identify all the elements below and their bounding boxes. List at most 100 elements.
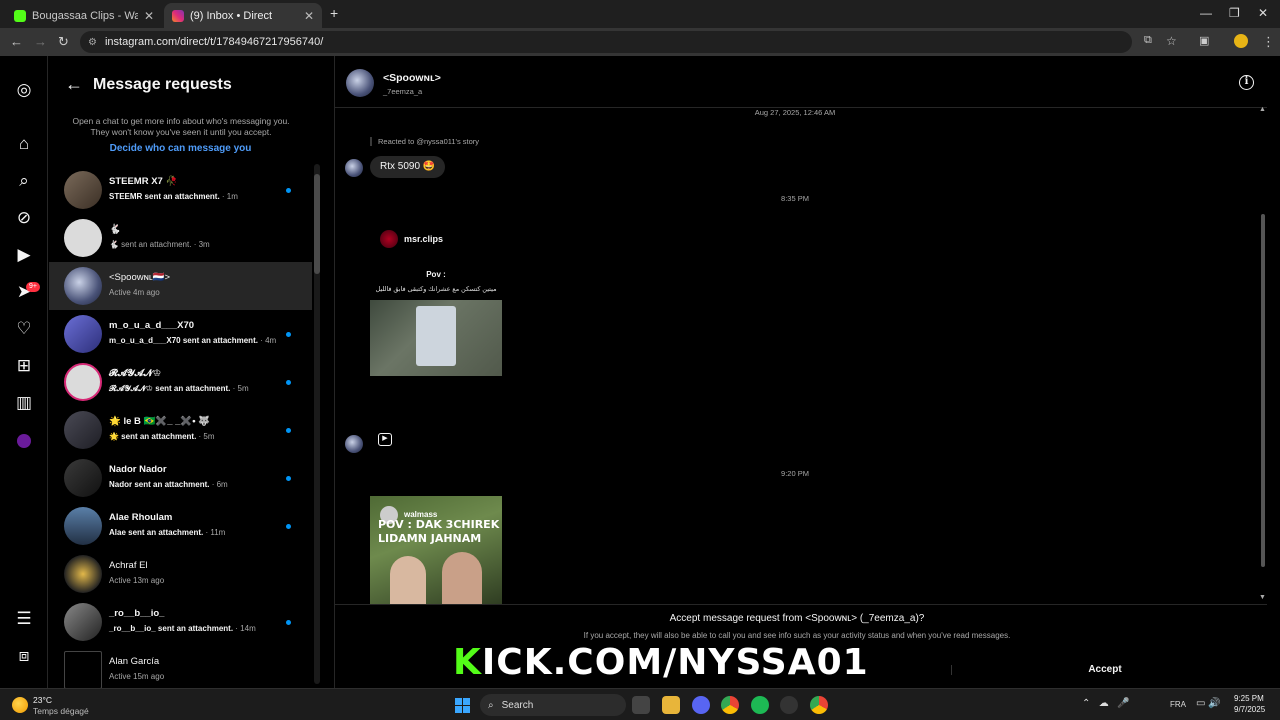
shared-post-thumbnail[interactable] [370, 300, 502, 376]
chrome-icon[interactable] [721, 696, 739, 714]
close-tab-icon[interactable]: ✕ [304, 9, 314, 23]
accept-button[interactable]: Accept [1071, 661, 1139, 679]
new-tab-button[interactable]: + [330, 5, 338, 21]
home-icon[interactable]: ⌂ [14, 134, 34, 154]
conversation-info-icon[interactable]: i [1239, 75, 1254, 90]
list-item[interactable]: Achraf El Active 13m ago [49, 550, 312, 598]
tab-kick[interactable]: Bougassaa Clips - Watch Live o ✕ [6, 3, 162, 28]
task-view-icon[interactable] [632, 696, 650, 714]
taskbar-search[interactable]: ⌕ Search [480, 694, 626, 716]
list-item[interactable]: 🌟 le B 🇧🇷✖️_ _✖️• 🐺 🌟 sent an attachment… [49, 406, 312, 454]
list-item[interactable]: Alae Rhoulam Alae sent an attachment. · … [49, 502, 312, 550]
url-field[interactable]: ⚙ instagram.com/direct/t/178494672179567… [80, 31, 1132, 53]
also-from-meta-icon[interactable]: ⧈ [14, 646, 34, 666]
avatar [345, 435, 363, 453]
unread-dot [286, 620, 291, 625]
side-panel-icon[interactable]: ▣ [1199, 34, 1209, 47]
request-preview: STEEMR sent an attachment. · 1m [109, 192, 238, 201]
clock-time[interactable]: 9:25 PM [1234, 694, 1264, 703]
app-icon[interactable] [780, 696, 798, 714]
list-item[interactable]: <Spoowɴʟ🇳🇱> Active 4m ago [49, 262, 312, 310]
explore-icon[interactable]: ⊘ [14, 208, 34, 228]
install-app-icon[interactable]: ⧉ [1144, 34, 1152, 47]
shared-post-caption-title: Pov : [426, 270, 446, 279]
divider [951, 665, 952, 675]
request-name: Alae Rhoulam [109, 512, 173, 523]
shared-post-username: msr.clips [404, 234, 444, 244]
menu-kebab-icon[interactable]: ⋮ [1262, 34, 1275, 50]
request-preview: Alae sent an attachment. · 11m [109, 528, 226, 537]
search-icon: ⌕ [488, 699, 494, 711]
avatar [64, 219, 102, 257]
minimize-icon[interactable]: — [1200, 6, 1212, 20]
chat-scrollbar[interactable]: ▲ ▼ [1259, 106, 1267, 601]
instagram-logo-icon[interactable]: ◎ [14, 80, 34, 100]
avatar [64, 459, 102, 497]
scroll-thumb[interactable] [1261, 214, 1265, 567]
requests-scrollbar[interactable] [314, 164, 320, 684]
list-item[interactable]: Nador Nador Nador sent an attachment. · … [49, 454, 312, 502]
page-title: Message requests [93, 76, 232, 93]
request-name: Achraf El [109, 560, 148, 571]
discord-icon[interactable] [692, 696, 710, 714]
network-volume-icons[interactable]: ▭ 🔊 [1196, 698, 1221, 709]
shared-reel[interactable]: walmass POV : DAK 3CHIREK LIDAMN JAHNAM [370, 496, 502, 604]
list-item[interactable]: STEEMR X7 🥀 STEEMR sent an attachment. ·… [49, 166, 312, 214]
instagram-favicon-icon [172, 9, 184, 22]
windows-start-icon[interactable] [455, 698, 470, 713]
weather-temperature[interactable]: 23°C [33, 695, 52, 705]
tab-instagram[interactable]: (9) Inbox • Direct ✕ [164, 3, 322, 28]
list-item[interactable]: _ro__b__io_ _ro__b__io_ sent an attachme… [49, 598, 312, 646]
decide-who-can-message-link[interactable]: Decide who can message you [49, 143, 312, 154]
close-tab-icon[interactable]: ✕ [144, 9, 154, 23]
unread-dot [286, 188, 291, 193]
close-window-icon[interactable]: ✕ [1258, 6, 1268, 20]
file-explorer-icon[interactable] [662, 696, 680, 714]
notifications-heart-icon[interactable]: ♡ [14, 319, 34, 339]
request-preview: 🐇 sent an attachment. · 3m [109, 240, 210, 249]
list-item[interactable]: 🐇 🐇 sent an attachment. · 3m [49, 214, 312, 262]
reload-icon[interactable]: ↻ [58, 34, 69, 50]
avatar[interactable] [346, 69, 374, 97]
profile-avatar[interactable] [1234, 34, 1248, 48]
scroll-down-icon[interactable]: ▼ [1259, 594, 1266, 601]
scroll-thumb[interactable] [314, 174, 320, 274]
reels-icon[interactable]: ▶ [14, 245, 34, 265]
bookmark-star-icon[interactable]: ☆ [1166, 34, 1177, 48]
create-icon[interactable]: ⊞ [14, 356, 34, 376]
unread-dot [286, 332, 291, 337]
dashboard-icon[interactable]: ▥ [14, 393, 34, 413]
back-arrow-icon[interactable]: ← [65, 74, 83, 95]
list-item[interactable]: Alan García Active 15m ago [49, 646, 312, 688]
unread-dot [286, 476, 291, 481]
message-bubble[interactable]: Rtx 5090 🤩 [370, 156, 446, 178]
shared-post-caption: ميتين كتسكن مع عشرانك وكتبقى فابق فالليل [375, 286, 497, 293]
timestamp: Aug 27, 2025, 12:46 AM [754, 108, 836, 117]
chat-contact-name[interactable]: <Spoowɴʟ> [383, 72, 441, 84]
profile-avatar[interactable] [17, 434, 31, 448]
system-tray-icons[interactable]: ⌃ ☁ 🎤 [1082, 698, 1130, 709]
weather-sun-icon[interactable] [12, 697, 28, 713]
chrome-icon[interactable] [810, 696, 828, 714]
message-requests-panel: ← Message requests Open a chat to get mo… [49, 56, 320, 688]
reel-icon[interactable]: ▶ [378, 433, 392, 446]
browser-tab-bar: Bougassaa Clips - Watch Live o ✕ (9) Inb… [0, 0, 1280, 28]
clock-date[interactable]: 9/7/2025 [1234, 705, 1265, 714]
search-icon[interactable]: ⌕ [14, 171, 34, 191]
more-menu-icon[interactable]: ☰ [14, 609, 34, 629]
list-item[interactable]: m_o_u_a_d___X70 m_o_u_a_d___X70 sent an … [49, 310, 312, 358]
site-info-icon[interactable]: ⚙ [88, 37, 97, 48]
kick-favicon-icon [14, 9, 26, 22]
thumbnail-screen-shape [416, 306, 456, 366]
forward-icon[interactable]: → [34, 34, 47, 49]
input-language[interactable]: FRA [1170, 700, 1186, 709]
list-item[interactable]: 𝓡𝓐𝓨𝓐𝓝♔ 𝓡𝓐𝓨𝓐𝓝♔ sent an attachment. · 5m [49, 358, 312, 406]
scroll-up-icon[interactable]: ▲ [1259, 106, 1266, 113]
requests-list: STEEMR X7 🥀 STEEMR sent an attachment. ·… [49, 166, 312, 688]
maximize-icon[interactable]: ❐ [1229, 6, 1240, 20]
messages-badge: 9+ [26, 282, 40, 292]
shared-post[interactable]: msr.clips Pov : ميتين كتسكن مع عشرانك وك… [370, 224, 502, 376]
back-icon[interactable]: ← [10, 34, 23, 49]
spotify-icon[interactable] [751, 696, 769, 714]
requests-info-text: Open a chat to get more info about who's… [72, 116, 290, 137]
